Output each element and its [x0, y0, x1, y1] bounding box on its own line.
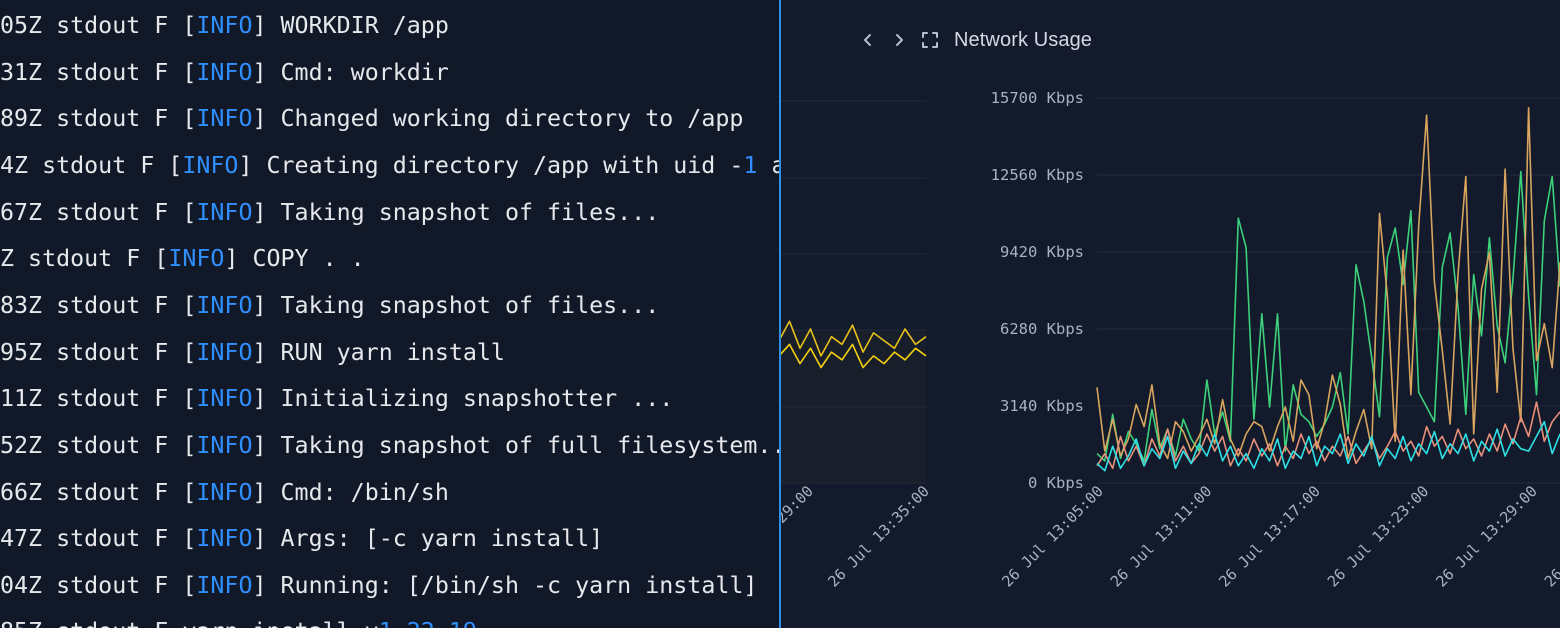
log-level: INFO	[196, 431, 253, 459]
log-level: INFO	[196, 58, 253, 86]
log-line: 31Z stdout F [INFO] Cmd: workdir	[0, 58, 449, 88]
network-usage-lines	[1096, 107, 1560, 472]
log-number: 1.22.19	[379, 618, 477, 628]
x-tick-label: 26 Jul 13:35:00	[824, 482, 933, 591]
log-line: 47Z stdout F [INFO] Args: [-c yarn insta…	[0, 524, 603, 554]
log-line-prefix: Z stdout F [	[0, 245, 169, 273]
series-line	[1096, 170, 1560, 462]
log-level: INFO	[196, 525, 253, 553]
panel-header: Network Usage	[858, 26, 1092, 54]
log-line: 11Z stdout F [INFO] Initializing snapsho…	[0, 384, 673, 414]
log-message: ] COPY . .	[224, 245, 365, 273]
log-message: ] Taking snapshot of files...	[252, 291, 660, 319]
log-level: INFO	[196, 385, 253, 413]
log-line-prefix: 89Z stdout F [	[0, 105, 197, 133]
log-line-prefix: 95Z stdout F [	[0, 338, 197, 366]
x-tick-label: 26 Jul 13:35:00	[1541, 482, 1560, 591]
x-tick-label: 26 Jul 13:11:00	[1107, 482, 1216, 591]
x-tick-label: 26 Jul 13:29:00	[1432, 482, 1541, 591]
log-line: 83Z stdout F [INFO] Taking snapshot of f…	[0, 291, 659, 321]
log-line-prefix: 11Z stdout F [	[0, 385, 197, 413]
series-line	[1096, 401, 1560, 470]
log-message: ] Running: [/bin/sh -c yarn install]	[252, 571, 758, 599]
network-usage-chart: 0 Kbps 3140 Kbps 6280 Kbps 9420 Kbps 12560 K…	[991, 89, 1560, 591]
log-level: INFO	[196, 478, 253, 506]
panel-title: Network Usage	[954, 28, 1093, 51]
y-tick-label: 6280 Kbps	[1000, 320, 1084, 338]
log-level: INFO	[196, 571, 253, 599]
y-tick-label: 12560 Kbps	[991, 166, 1084, 184]
log-level: INFO	[196, 198, 253, 226]
log-line: 4Z stdout F [INFO] Creating directory /a…	[0, 151, 779, 181]
log-number: 1	[743, 151, 758, 179]
log-line: 67Z stdout F [INFO] Taking snapshot of f…	[0, 198, 659, 228]
log-line-prefix: 04Z stdout F [	[0, 571, 197, 599]
log-line: 05Z stdout F [INFO] WORKDIR /app	[0, 11, 449, 41]
log-level: INFO	[196, 12, 253, 39]
log-line: 85Z stdout F yarn install v1.22.19	[0, 617, 477, 628]
log-message: ] Changed working directory to /app	[252, 105, 744, 133]
log-line-prefix: 83Z stdout F [	[0, 291, 197, 319]
log-message: ] Taking snapshot of files...	[252, 198, 660, 226]
log-message: ] WORKDIR /app	[252, 12, 449, 39]
x-tick-label: 26 Jul 13:23:00	[1324, 482, 1433, 591]
chevron-right-icon[interactable]	[889, 30, 909, 50]
y-tick-label: 0 Kbps	[1028, 474, 1084, 492]
log-level: INFO	[196, 338, 253, 366]
network-usage-x-ticks: 26 Jul 13:05:00 26 Jul 13:11:00 26 Jul 13:…	[998, 482, 1560, 591]
log-line: 95Z stdout F [INFO] RUN yarn install	[0, 338, 505, 368]
log-line: 89Z stdout F [INFO] Changed working dire…	[0, 104, 743, 134]
expand-icon[interactable]	[920, 30, 940, 50]
log-line-prefix: 85Z stdout F	[0, 618, 182, 628]
log-line-prefix: 4Z stdout F [	[0, 151, 183, 179]
log-message: ] Initializing snapshotter ...	[252, 385, 674, 413]
y-tick-label: 9420 Kbps	[1000, 243, 1084, 261]
series-line	[1096, 420, 1560, 472]
y-tick-label: 3140 Kbps	[1000, 397, 1084, 415]
x-tick-label: 26 Jul 13:17:00	[1215, 482, 1324, 591]
log-message: yarn install v	[182, 618, 378, 628]
log-level: INFO	[168, 245, 225, 273]
log-level: INFO	[196, 105, 253, 133]
log-line: 04Z stdout F [INFO] Running: [/bin/sh -c…	[0, 571, 757, 601]
log-message: ] RUN yarn install	[252, 338, 505, 366]
log-level: INFO	[182, 151, 239, 179]
log-message: ] Args: [-c yarn install]	[252, 525, 604, 553]
log-line-prefix: 05Z stdout F [	[0, 12, 197, 39]
log-message: ] Cmd: workdir	[252, 58, 449, 86]
log-message: ] Cmd: /bin/sh	[252, 478, 449, 506]
log-line-prefix: 66Z stdout F [	[0, 478, 197, 506]
log-message: ] Taking snapshot of full filesystem..	[252, 431, 781, 459]
y-tick-label: 15700 Kbps	[991, 89, 1084, 107]
log-line: Z stdout F [INFO] COPY . .	[0, 244, 365, 274]
log-line: 66Z stdout F [INFO] Cmd: /bin/sh	[0, 478, 449, 508]
log-line-prefix: 47Z stdout F [	[0, 525, 197, 553]
chevron-left-icon[interactable]	[858, 30, 878, 50]
log-level: INFO	[196, 291, 253, 319]
network-usage-grid	[1097, 97, 1560, 484]
log-viewer[interactable]: 05Z stdout F [INFO] WORKDIR /app 31Z stdo…	[0, 0, 781, 628]
log-suffix: a	[757, 152, 779, 179]
log-line: 52Z stdout F [INFO] Taking snapshot of f…	[0, 431, 781, 461]
log-line-prefix: 31Z stdout F [	[0, 58, 197, 86]
log-line-prefix: 67Z stdout F [	[0, 198, 197, 226]
x-tick-label: 26 Jul 13:05:00	[998, 482, 1107, 591]
log-line-prefix: 52Z stdout F [	[0, 431, 197, 459]
network-usage-y-ticks: 0 Kbps 3140 Kbps 6280 Kbps 9420 Kbps 12560 K…	[991, 89, 1084, 492]
log-message: ] Creating directory /app with uid -	[238, 151, 744, 179]
